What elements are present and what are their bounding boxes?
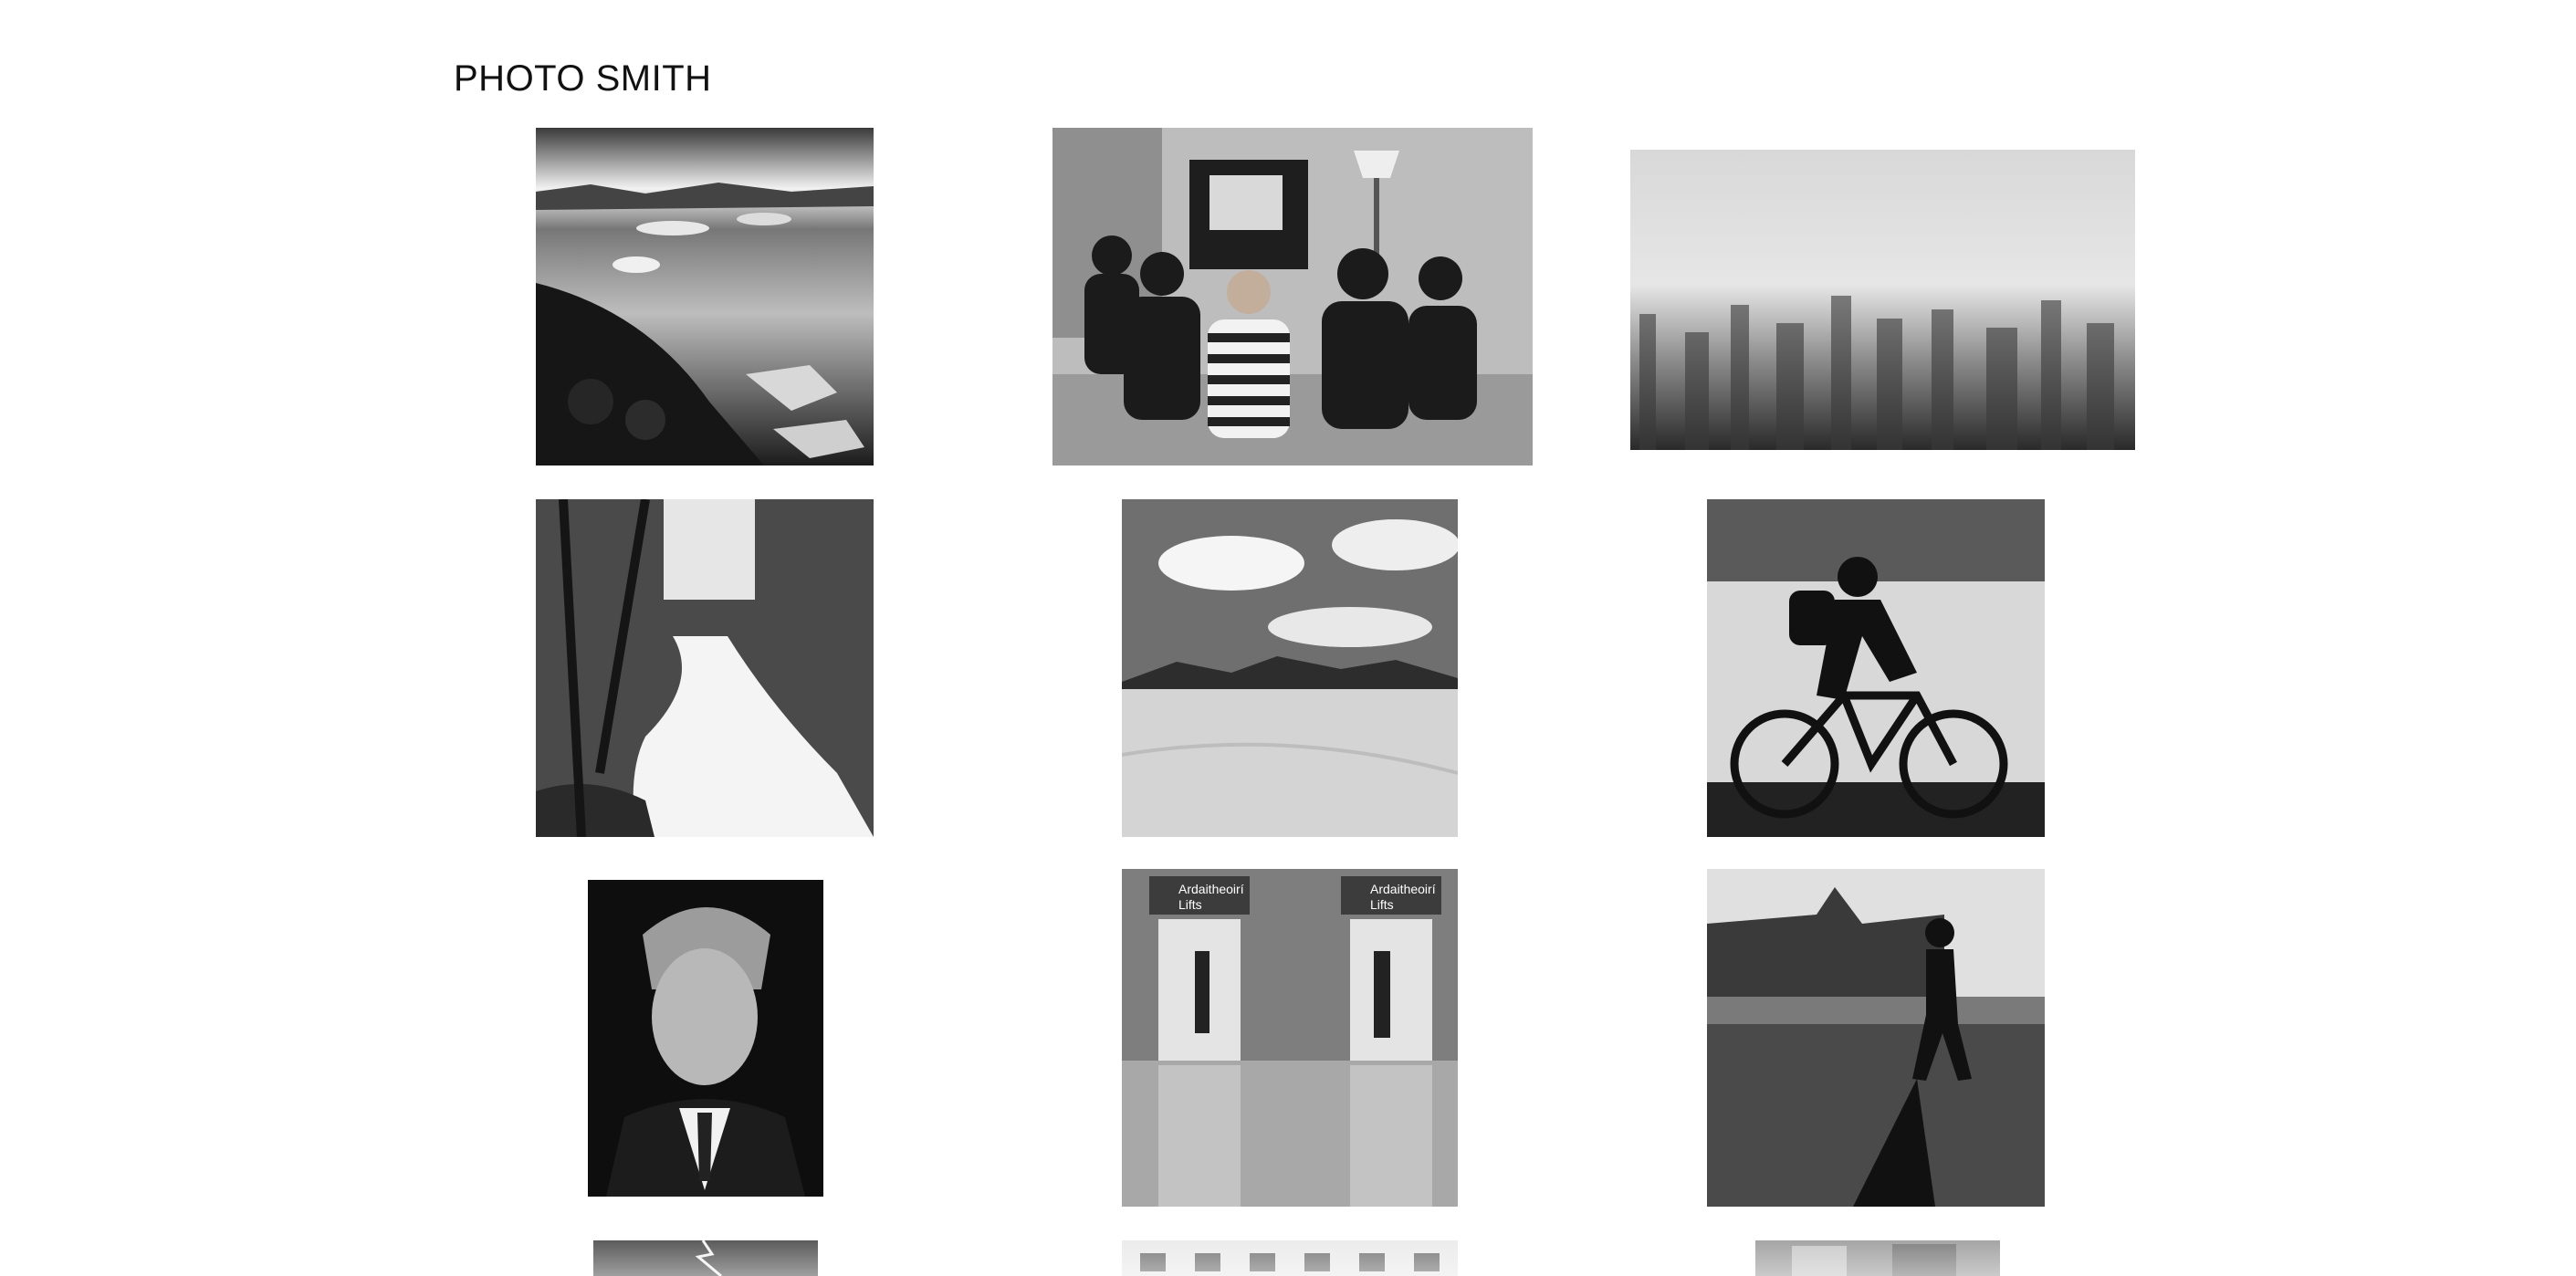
desert-icon xyxy=(1122,499,1458,837)
svg-text:Lifts: Lifts xyxy=(1178,897,1202,912)
gallery-photo-lake[interactable] xyxy=(536,128,874,465)
gallery-photo-lightning[interactable] xyxy=(593,1240,818,1276)
street-icon xyxy=(1755,1240,2000,1276)
lightning-icon xyxy=(593,1240,818,1276)
svg-text:Lifts: Lifts xyxy=(1370,897,1394,912)
gallery-photo-portrait[interactable] xyxy=(588,880,823,1197)
gallery-photo-building[interactable] xyxy=(1122,1240,1458,1276)
people-icon xyxy=(1052,128,1533,465)
building-icon xyxy=(1122,1240,1458,1276)
site-title[interactable]: PHOTO SMITH xyxy=(454,58,712,99)
landscape-icon xyxy=(536,128,874,465)
gallery-photo-walker[interactable] xyxy=(1707,869,2045,1207)
street-icon xyxy=(1707,869,2045,1207)
gallery-photo-desert[interactable] xyxy=(1122,499,1458,837)
gallery-photo-city-blur[interactable] xyxy=(1630,150,2135,450)
gallery-photo-lifts[interactable]: Ardaitheoirí Lifts Ardaitheoirí Lifts xyxy=(1122,869,1458,1207)
gallery-photo-cyclist[interactable] xyxy=(1707,499,2045,837)
portrait-icon xyxy=(588,880,823,1197)
svg-text:Ardaitheoirí: Ardaitheoirí xyxy=(1370,882,1436,896)
gallery-photo-waterfall[interactable] xyxy=(536,499,874,837)
city-icon xyxy=(1630,150,2135,450)
waterfall-icon xyxy=(536,499,874,837)
gallery-photo-street[interactable] xyxy=(1755,1240,2000,1276)
svg-text:Ardaitheoirí: Ardaitheoirí xyxy=(1178,882,1244,896)
gallery-photo-tv-kids[interactable] xyxy=(1052,128,1533,465)
cyclist-icon xyxy=(1707,499,2045,837)
lifts-icon: Ardaitheoirí Lifts Ardaitheoirí Lifts xyxy=(1122,869,1458,1207)
